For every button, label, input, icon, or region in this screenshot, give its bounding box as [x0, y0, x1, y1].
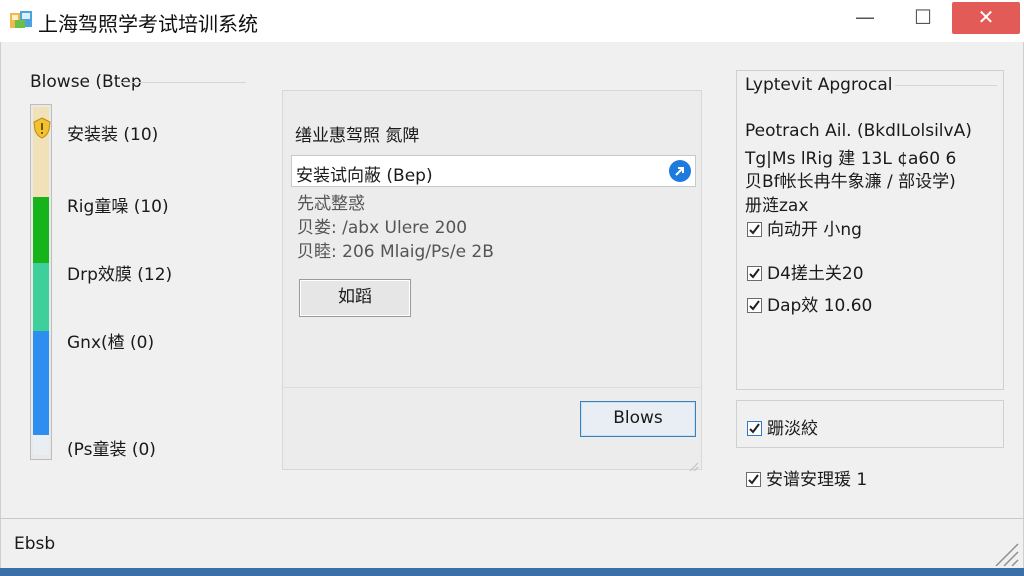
detail-info-line: 先忒整惑	[297, 194, 365, 214]
checkbox-label: 安谱安理瑗 1	[766, 470, 868, 490]
resize-grip-icon[interactable]	[990, 540, 1020, 567]
arrow-circle-icon[interactable]	[669, 160, 691, 182]
checkbox-checked-icon[interactable]	[747, 421, 762, 436]
browse-button[interactable]: Blows	[580, 401, 696, 437]
checkbox-label: D4搓土关20	[767, 264, 864, 284]
resize-grip-icon[interactable]	[689, 457, 699, 472]
detail-heading: 缮业惠驾照 氮陴	[295, 126, 420, 146]
options-info-line: Tg|Ms lRig 建 13L ¢a60 6	[745, 149, 957, 169]
status-text: Ebsb	[14, 534, 56, 554]
checkbox-label: Dap效 10.60	[767, 296, 873, 316]
checkbox-label: 向动开 小ng	[767, 220, 862, 240]
option-checkbox[interactable]: Dap效 10.60	[747, 291, 872, 316]
detail-panel: 缮业惠驾照 氮陴 安装试向蔽 (Bep) 先忒整惑 贝娄: /abx Ulere…	[282, 90, 702, 472]
group-divider	[895, 85, 997, 86]
close-button[interactable]: ✕	[952, 2, 1020, 34]
checkbox-checked-icon[interactable]	[747, 266, 762, 281]
option-checkbox[interactable]: 向动开 小ng	[747, 215, 862, 240]
option-checkbox[interactable]: 跚淡絞	[747, 414, 818, 439]
bar-segment-5	[33, 435, 49, 455]
group-divider	[120, 82, 246, 83]
minimize-button[interactable]: —	[842, 0, 888, 36]
bar-segment-2	[33, 197, 49, 263]
warning-shield-icon[interactable]	[33, 117, 51, 139]
detail-info-line: 贝娄: /abx Ulere 200	[297, 218, 468, 238]
maximize-button[interactable]: ☐	[900, 0, 946, 36]
app-icon	[10, 10, 32, 30]
option-box: 跚淡絞	[736, 400, 1004, 448]
options-info-line: 贝Bf帐长冉牛象濂 / 部设学)	[745, 172, 956, 192]
option-checkbox[interactable]: D4搓土关20	[747, 259, 864, 284]
options-info-line: 册涟zax	[745, 196, 809, 216]
taskbar-strip	[0, 568, 1024, 576]
window-title: 上海驾照学考试培训系统	[38, 12, 258, 36]
progress-stack-bar	[30, 104, 52, 460]
status-divider	[0, 518, 1024, 519]
category-item[interactable]: Rig童噪 (10)	[67, 192, 169, 217]
option-checkbox[interactable]: 安谱安理瑗 1	[746, 465, 867, 490]
category-panel: Blowse (Btep 安装装 (10) Rig童噪 (10) Drp效膜 (…	[20, 64, 256, 500]
category-item[interactable]: Gnx(楂 (0)	[67, 328, 154, 353]
options-info-line: Peotrach Ail. (BkdILolsilvA)	[745, 121, 972, 141]
panel-divider	[283, 387, 701, 388]
checkbox-checked-icon[interactable]	[746, 472, 761, 487]
checkbox-label: 跚淡絞	[767, 419, 818, 439]
title-bar: 上海驾照学考试培训系统 — ☐ ✕	[0, 0, 1024, 42]
checkbox-checked-icon[interactable]	[747, 222, 762, 237]
options-group: Lyptevit Apgrocal Peotrach Ail. (BkdILol…	[736, 70, 1004, 390]
search-field[interactable]: 安装试向蔽 (Bep)	[291, 155, 696, 187]
category-item[interactable]: 安装装 (10)	[67, 120, 158, 145]
checkbox-checked-icon[interactable]	[747, 298, 762, 313]
search-input-value[interactable]: 安装试向蔽 (Bep)	[296, 161, 433, 186]
bar-segment-3	[33, 263, 49, 331]
open-button[interactable]: 如蹈	[299, 279, 411, 317]
bar-segment-4	[33, 331, 49, 435]
options-group-label: Lyptevit Apgrocal	[745, 75, 893, 95]
detail-info-line: 贝睦: 206 Mlaig/Ps/e 2B	[297, 242, 494, 262]
category-item[interactable]: (Ps童装 (0)	[67, 435, 156, 460]
category-item[interactable]: Drp效膜 (12)	[67, 260, 172, 285]
